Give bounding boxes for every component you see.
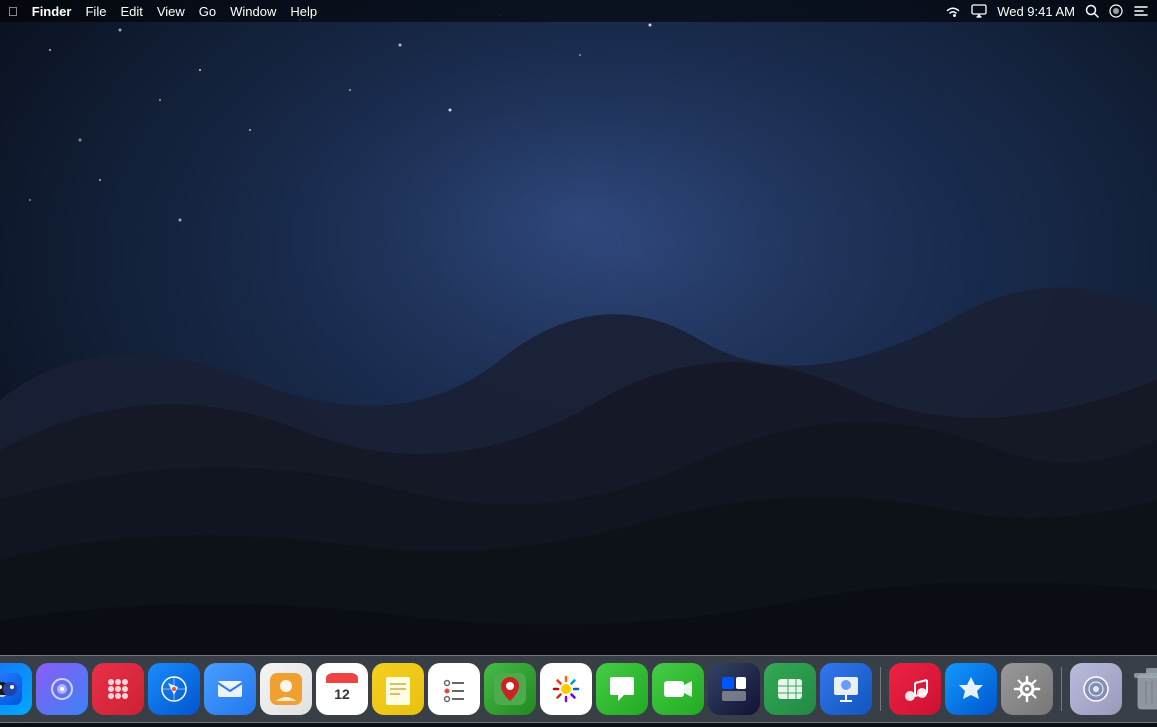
svg-text:12: 12 xyxy=(334,686,350,702)
wifi-icon[interactable] xyxy=(945,5,961,17)
siri-dock-icon xyxy=(46,673,78,705)
dock-finder[interactable] xyxy=(0,663,32,715)
dock-contacts[interactable] xyxy=(260,663,312,715)
systemprefs-dock-icon xyxy=(1011,673,1043,705)
menubar-right: Wed 9:41 AM xyxy=(945,4,1149,19)
contacts-dock-icon xyxy=(270,673,302,705)
dock-separator-2 xyxy=(1061,667,1062,711)
dock-separator xyxy=(880,667,881,711)
dock: 12 xyxy=(0,655,1157,723)
dock-numbers[interactable] xyxy=(764,663,816,715)
maps-dock-icon xyxy=(494,673,526,705)
dock-maps[interactable] xyxy=(484,663,536,715)
dock-music[interactable] xyxy=(889,663,941,715)
trash-dock-icon xyxy=(1132,665,1157,713)
appstore-dock-icon xyxy=(955,673,987,705)
facetime-dock-icon xyxy=(662,673,694,705)
photos-dock-icon xyxy=(550,673,582,705)
finder-menu[interactable]: Finder xyxy=(32,4,72,19)
numbers-dock-icon xyxy=(774,673,806,705)
dock-reminders[interactable] xyxy=(428,663,480,715)
menubar-left:  Finder File Edit View Go Window Help xyxy=(8,4,317,19)
reminders-dock-icon xyxy=(438,673,470,705)
datetime[interactable]: Wed 9:41 AM xyxy=(997,4,1075,19)
mail-dock-icon xyxy=(214,673,246,705)
apple-menu[interactable]:  xyxy=(8,4,18,19)
safari-dock-icon xyxy=(158,673,190,705)
siri-icon[interactable] xyxy=(1109,4,1123,18)
dock-facetime[interactable] xyxy=(652,663,704,715)
file-menu[interactable]: File xyxy=(85,4,106,19)
view-menu[interactable]: View xyxy=(157,4,185,19)
dock-wallet[interactable] xyxy=(708,663,760,715)
launchpad-dock-icon xyxy=(102,673,134,705)
dock-siri[interactable] xyxy=(36,663,88,715)
dock-safari[interactable] xyxy=(148,663,200,715)
dock-archive[interactable] xyxy=(1070,663,1122,715)
finder-dock-icon xyxy=(0,673,22,705)
dock-keynote[interactable] xyxy=(820,663,872,715)
go-menu[interactable]: Go xyxy=(199,4,216,19)
calendar-dock-icon: 12 xyxy=(326,673,358,705)
help-menu[interactable]: Help xyxy=(290,4,317,19)
music-dock-icon xyxy=(899,673,931,705)
desktop:  Finder File Edit View Go Window Help W… xyxy=(0,0,1157,727)
keynote-dock-icon xyxy=(830,673,862,705)
dock-appstore[interactable] xyxy=(945,663,997,715)
search-icon[interactable] xyxy=(1085,4,1099,18)
archive-dock-icon xyxy=(1080,673,1112,705)
menubar:  Finder File Edit View Go Window Help W… xyxy=(0,0,1157,22)
dock-messages[interactable] xyxy=(596,663,648,715)
edit-menu[interactable]: Edit xyxy=(120,4,142,19)
dock-calendar[interactable]: 12 xyxy=(316,663,368,715)
dock-launchpad[interactable] xyxy=(92,663,144,715)
control-center-icon[interactable] xyxy=(1133,5,1149,17)
dock-systemprefs[interactable] xyxy=(1001,663,1053,715)
dock-trash[interactable] xyxy=(1126,663,1157,715)
dock-mail[interactable] xyxy=(204,663,256,715)
window-menu[interactable]: Window xyxy=(230,4,276,19)
wallet-dock-icon xyxy=(718,673,750,705)
dock-photos[interactable] xyxy=(540,663,592,715)
messages-dock-icon xyxy=(606,673,638,705)
notes-dock-icon xyxy=(382,673,414,705)
airplay-icon[interactable] xyxy=(971,4,987,18)
desktop-background xyxy=(0,0,1157,727)
dock-notes[interactable] xyxy=(372,663,424,715)
